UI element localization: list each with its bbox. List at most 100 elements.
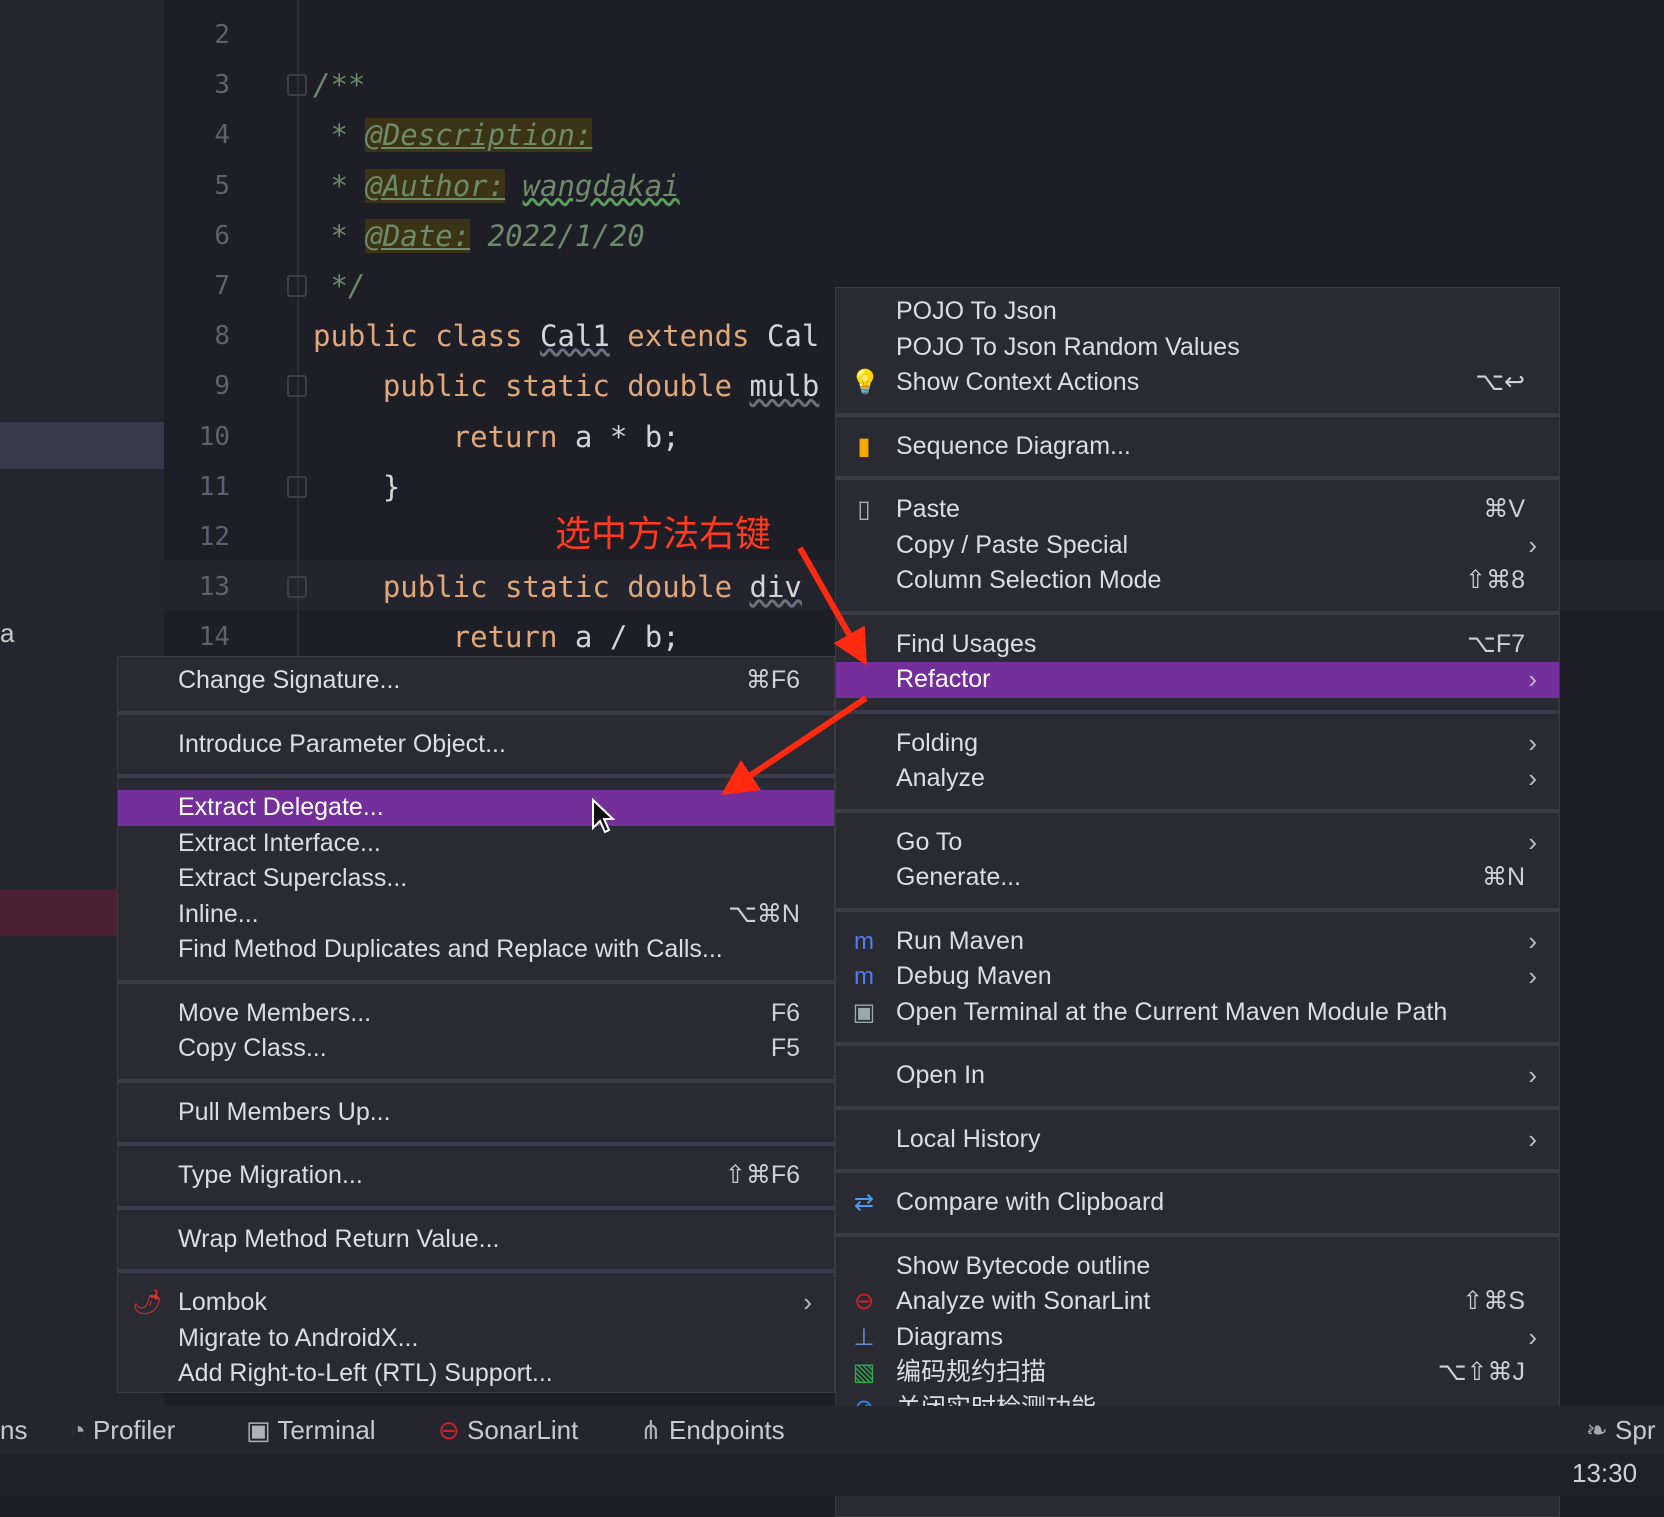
code-line: return a / b; [313,612,680,662]
menu-item-label: Add Right-to-Left (RTL) Support... [178,1359,553,1387]
fold-toggle-icon[interactable] [287,375,307,398]
menu-item-find-method-duplicates-and-replace-with-calls[interactable]: Find Method Duplicates and Replace with … [118,932,834,968]
menu-item-label: Wrap Method Return Value... [178,1224,500,1253]
sidebar-selected-row[interactable] [0,422,164,469]
chevron-right-icon: › [1528,925,1537,956]
menu-item-generate[interactable]: Generate... ⌘N [836,860,1559,896]
menu-item-copy-class[interactable]: Copy Class... F5 [118,1031,834,1067]
menu-item-pojo-to-json[interactable]: POJO To Json [836,294,1559,330]
menu-item-extract-delegate[interactable]: Extract Delegate... [118,790,834,826]
line-number: 12 [198,522,230,552]
menu-item-open-terminal-at-the-current-maven-module-path[interactable]: ▣ Open Terminal at the Current Maven Modu… [836,995,1559,1031]
menu-separator [836,1105,1559,1110]
menu-item-open-in[interactable]: Open In › [836,1058,1559,1094]
tool-window-spr[interactable]: ❧ Spr [1586,1406,1655,1454]
menu-item-add-right-to-left-rtl-support[interactable]: Add Right-to-Left (RTL) Support... [118,1356,834,1392]
menu-item-diagrams[interactable]: ⊥ Diagrams › [836,1320,1559,1356]
fold-toggle-icon[interactable] [287,74,307,97]
status-bar [0,1454,1664,1496]
menu-item-label: Sequence Diagram... [896,431,1131,460]
code-line: public static double div [313,562,802,612]
menu-item-copy-paste-special[interactable]: Copy / Paste Special › [836,528,1559,564]
code-token: Cal [766,319,820,354]
menu-item-shortcut: F5 [770,1034,800,1062]
menu-item-introduce-parameter-object[interactable]: Introduce Parameter Object... [118,727,834,763]
tool-window-label: Terminal [277,1415,376,1445]
menu-item-folding[interactable]: Folding › [836,726,1559,762]
code-line: * @Date: 2022/1/20 [313,211,645,261]
code-token: } [313,469,401,504]
tool-window-ns[interactable]: ns [0,1406,27,1454]
menu-item-go-to[interactable]: Go To › [836,825,1559,861]
menu-item-debug-maven[interactable]: m Debug Maven › [836,959,1559,995]
menu-item-find-usages[interactable]: Find Usages ⌥F7 [836,627,1559,663]
menu-item-compare-with-clipboard[interactable]: ⇄ Compare with Clipboard [836,1185,1559,1221]
chevron-right-icon: › [1528,727,1537,758]
menu-item-type-migration[interactable]: Type Migration... ⇧⌘F6 [118,1158,834,1194]
menu-item-label: Debug Maven [896,962,1052,990]
menu-item-run-maven[interactable]: m Run Maven › [836,924,1559,960]
status-time: 13:30 [1572,1458,1638,1488]
menu-item-pull-members-up[interactable]: Pull Members Up... [118,1095,834,1131]
menu-item-migrate-to-androidx[interactable]: Migrate to AndroidX... [118,1321,834,1357]
fold-toggle-icon[interactable] [287,475,307,498]
menu-item-label: Inline... [178,899,259,928]
menu-separator [836,476,1559,480]
menu-separator [836,412,1559,417]
menu-item-analyze[interactable]: Analyze › [836,761,1559,797]
menu-item-paste[interactable]: ▯ Paste ⌘V [836,492,1559,528]
menu-item-local-history[interactable]: Local History › [836,1122,1559,1158]
menu-separator [836,610,1559,615]
menu-item-refactor[interactable]: Refactor › [836,662,1559,698]
tool-window-sonarlint[interactable]: ⊖ SonarLint [438,1406,578,1454]
chevron-right-icon: › [1528,529,1537,560]
tool-window-endpoints[interactable]: ⋔ Endpoints [640,1406,785,1454]
menu-separator [118,1205,834,1210]
menu-item-analyze-with-sonarlint[interactable]: ⊖ Analyze with SonarLint ⇧⌘S [836,1284,1559,1320]
menu-item-show-bytecode-outline[interactable]: Show Bytecode outline [836,1249,1559,1285]
line-number: 7 [214,271,230,301]
menu-item-label: Show Bytecode outline [896,1251,1151,1280]
fold-toggle-icon[interactable] [287,275,307,297]
menu-item-label: Paste [896,495,960,523]
menu-item-label: Copy Class... [178,1034,327,1062]
menu-separator [836,1169,1559,1173]
code-token: public class [313,319,540,354]
menu-item-label: Local History [896,1124,1041,1153]
menu-item-label: Generate... [896,863,1022,891]
menu-item-inline[interactable]: Inline... ⌥⌘N [118,897,834,933]
code-token: 2022/1/20 [470,218,645,253]
line-number: 3 [214,70,230,101]
chevron-right-icon: › [1528,763,1537,793]
menu-item-shortcut: ⌥⇧⌘J [1437,1358,1525,1386]
menu-item-column-selection-mode[interactable]: Column Selection Mode ⇧⌘8 [836,563,1559,599]
menu-item-wrap-method-return-value[interactable]: Wrap Method Return Value... [118,1222,834,1258]
lightbulb-icon: 💡 [850,369,880,396]
menu-item-label: Run Maven [896,926,1024,955]
menu-item-item[interactable]: ▧ 编码规约扫描 ⌥⇧⌘J [836,1355,1559,1391]
menu-item-label: Analyze with SonarLint [896,1287,1151,1315]
code-token: Cal1 [539,319,610,354]
fold-toggle-icon[interactable] [287,576,307,599]
tool-window-terminal[interactable]: ▣ Terminal [246,1406,376,1454]
menu-separator [118,979,834,984]
tool-window-profiler[interactable]: ◔ Profiler [70,1406,175,1454]
chevron-right-icon: › [1528,664,1537,694]
menu-item-sequence-diagram[interactable]: ▮ Sequence Diagram... [836,429,1559,465]
menu-separator [118,774,834,778]
terminal-icon: ▣ [246,1415,278,1445]
menu-item-lombok[interactable]: 🌶 Lombok › [118,1285,834,1321]
menu-item-move-members[interactable]: Move Members... F6 [118,996,834,1032]
menu-item-pojo-to-json-random-values[interactable]: POJO To Json Random Values [836,330,1559,366]
annotation-text: 选中方法右键 [555,514,772,555]
menu-item-show-context-actions[interactable]: 💡 Show Context Actions ⌥↩ [836,365,1559,401]
menu-item-label: Type Migration... [178,1161,363,1189]
line-number: 13 [198,572,230,603]
menu-item-label: Change Signature... [178,666,401,694]
line-number: 9 [214,371,230,402]
menu-item-change-signature[interactable]: Change Signature... ⌘F6 [118,663,834,699]
sequence-diagram-icon: ▮ [857,432,871,460]
maven-debug-icon: m [854,963,874,990]
menu-item-extract-superclass[interactable]: Extract Superclass... [118,861,834,897]
menu-item-extract-interface[interactable]: Extract Interface... [118,826,834,862]
